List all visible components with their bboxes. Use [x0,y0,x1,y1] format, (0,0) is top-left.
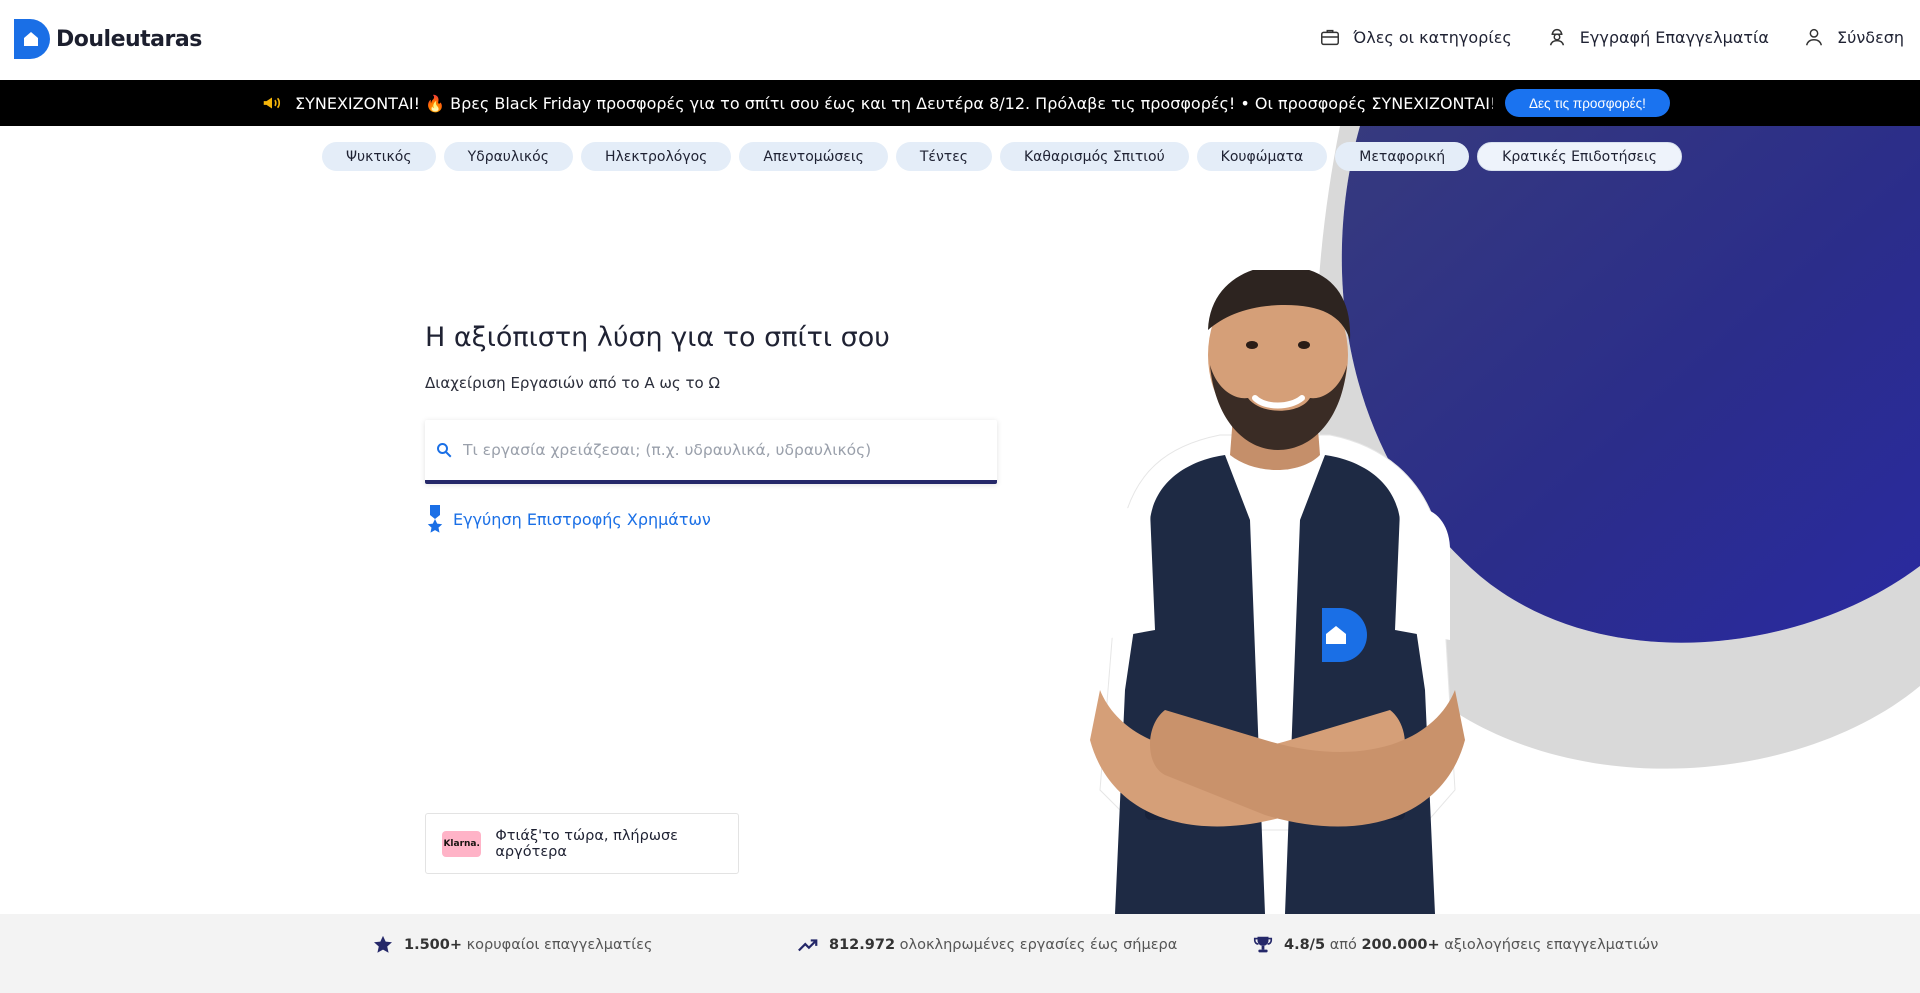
category-pill-epidotiseis[interactable]: Κρατικές Επιδοτήσεις [1477,142,1682,171]
stat-rating-value: 4.8/5 [1284,937,1326,953]
category-pill-ilektrologos[interactable]: Ηλεκτρολόγος [580,142,732,171]
worker-icon [1549,29,1564,46]
search-box [425,420,997,484]
promo-bar: ΣΥΝΕΧΙΖΟΝΤΑΙ! 🔥 Βρες Black Friday προσφο… [0,80,1920,126]
trophy-icon [1253,936,1273,953]
megaphone-icon [263,97,281,109]
hero-wave-shape [1316,126,1920,769]
stat-professionals-text: κορυφαίοι επαγγελματίες [466,937,653,953]
klarna-banner[interactable]: Klarna. Φτιάξ'το τώρα, πλήρωσε αργότερα [425,813,739,874]
category-pills: Ψυκτικός Υδραυλικός Ηλεκτρολόγος Απεντομ… [322,142,1682,171]
hero-title: Η αξιόπιστη λύση για το σπίτι σου [425,322,890,353]
category-pill-tentes[interactable]: Τέντες [895,142,992,171]
klarna-logo: Klarna. [442,830,482,857]
search-icon [437,443,452,458]
stat-rating-text: αξιολογήσεις επαγγελματιών [1444,937,1659,953]
site-header: Douleutaras Όλες οι κατηγορίες Εγγραφή Ε… [0,0,1920,80]
user-icon [1805,28,1823,46]
stat-completed-value: 812.972 [829,937,896,953]
promo-ticker: ΣΥΝΕΧΙΖΟΝΤΑΙ! 🔥 Βρες Black Friday προσφο… [261,80,1493,126]
hero-worker-image [1090,270,1465,914]
trending-up-icon [798,939,818,952]
medal-icon [427,505,443,533]
stat-rating-count: 200.000+ [1361,937,1440,953]
category-pill-katharismos[interactable]: Καθαρισμός Σπιτιού [999,142,1189,171]
category-pill-ydraulikos[interactable]: Υδραυλικός [443,142,573,171]
register-pro-link[interactable]: Εγγραφή Επαγγελματία [1546,26,1769,48]
hero-background [0,126,1920,914]
see-offers-button[interactable]: Δες τις προσφορές! [1505,89,1670,117]
hero-subtitle: Διαχείριση Εργασιών από το Α ως το Ω [425,374,720,392]
stat-rating: 4.8/5 από 200.000+ αξιολογήσεις επαγγελμ… [1252,934,1658,956]
stat-completed-text: ολοκληρωμένες εργασίες έως σήμερα [899,937,1178,953]
logo-link[interactable]: Douleutaras [14,19,202,59]
logo-icon [14,19,50,59]
stat-rating-mid: από [1329,937,1357,953]
promo-text: ΣΥΝΕΧΙΖΟΝΤΑΙ! 🔥 Βρες Black Friday προσφο… [295,93,1493,113]
login-link[interactable]: Σύνδεση [1803,26,1904,48]
register-pro-label: Εγγραφή Επαγγελματία [1579,27,1769,47]
klarna-text: Φτιάξ'το τώρα, πλήρωσε αργότερα [495,827,678,860]
top-nav: Όλες οι κατηγορίες Εγγραφή Επαγγελματία … [1319,26,1904,48]
stat-completed-jobs: 812.972 ολοκληρωμένες εργασίες έως σήμερ… [797,934,1177,956]
category-pill-metaforiki[interactable]: Μεταφορική [1335,142,1470,171]
all-categories-link[interactable]: Όλες οι κατηγορίες [1319,26,1512,48]
search-input[interactable] [463,441,963,459]
stat-professionals-value: 1.500+ [404,937,463,953]
logo-text: Douleutaras [56,26,202,52]
category-pill-koufomata[interactable]: Κουφώματα [1196,142,1328,171]
money-back-guarantee-link[interactable]: Εγγύηση Επιστροφής Χρημάτων [425,505,711,533]
category-pill-apentomoseis[interactable]: Απεντομώσεις [739,142,888,171]
all-categories-label: Όλες οι κατηγορίες [1353,27,1512,47]
login-label: Σύνδεση [1836,27,1904,47]
star-icon [374,935,392,953]
stats-bar: 1.500+ κορυφαίοι επαγγελματίες 812.972 ο… [0,914,1920,993]
guarantee-label: Εγγύηση Επιστροφής Χρημάτων [453,509,711,529]
stat-professionals: 1.500+ κορυφαίοι επαγγελματίες [372,934,653,956]
category-pill-psyktikos[interactable]: Ψυκτικός [322,142,436,171]
briefcase-icon [1321,29,1340,46]
